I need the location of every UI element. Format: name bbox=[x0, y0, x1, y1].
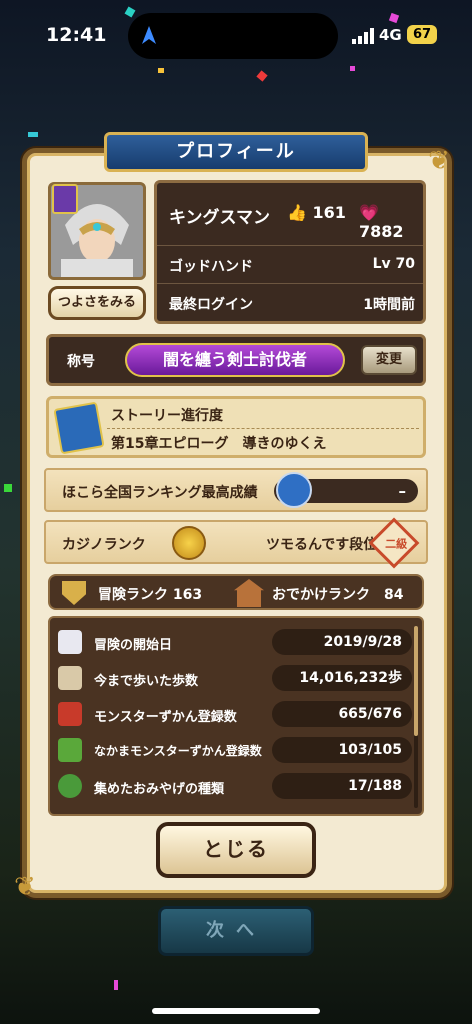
casino-rank-row: カジノランク ツモるんです段位 二級 bbox=[44, 517, 428, 569]
platinum-emblem-icon bbox=[276, 472, 312, 508]
wing-icon bbox=[58, 630, 82, 654]
confetti bbox=[158, 68, 164, 73]
scrollbar-thumb[interactable] bbox=[414, 626, 418, 736]
green-book-icon bbox=[58, 738, 82, 762]
stat-value: 665/676 bbox=[272, 701, 412, 727]
footprints-icon bbox=[58, 666, 82, 690]
signal-icon bbox=[352, 28, 374, 44]
hearts-value: 7882 bbox=[359, 222, 404, 241]
rank-badge-icon bbox=[52, 184, 78, 214]
corner-ornament: ❦ bbox=[14, 872, 36, 902]
hearts-icon: 💗 bbox=[359, 203, 379, 222]
house-icon bbox=[234, 579, 264, 607]
list-item: なかまモンスターずかん登録数 103/105 bbox=[50, 732, 416, 768]
stat-value: 14,016,232歩 bbox=[272, 665, 412, 691]
stat-label: 今まで歩いた歩数 bbox=[94, 674, 199, 689]
list-item: 今まで歩いた歩数 14,016,232歩 bbox=[50, 660, 416, 696]
list-item: 冒険の開始日 2019/9/28 bbox=[50, 624, 416, 660]
panel-title: プロフィール bbox=[104, 132, 368, 172]
last-login-row: 最終ログイン 1時間前 bbox=[157, 283, 423, 321]
casino-grade: 二級 bbox=[385, 537, 408, 551]
change-title-button[interactable]: 変更 bbox=[361, 345, 417, 375]
next-button[interactable]: 次へ bbox=[158, 906, 314, 956]
casino-rank: ツモるんです段位 bbox=[266, 537, 378, 553]
title-plate: 闇を纏う剣士討伐者 bbox=[125, 343, 345, 377]
leaf-icon bbox=[58, 774, 82, 798]
stats-list[interactable]: 冒険の開始日 2019/9/28 今まで歩いた歩数 14,016,232歩 モン… bbox=[48, 616, 424, 816]
last-login-label: 最終ログイン bbox=[169, 297, 253, 313]
scrollbar[interactable] bbox=[414, 626, 418, 808]
list-item: モンスターずかん登録数 665/676 bbox=[50, 696, 416, 732]
story-book-icon bbox=[53, 401, 105, 455]
stat-label: 冒険の開始日 bbox=[94, 638, 173, 653]
thumbs-up-icon: 👍 bbox=[287, 203, 307, 222]
story-chapter: 第15章エピローグ 導きのゆくえ bbox=[111, 436, 327, 452]
confetti bbox=[114, 980, 118, 990]
likes-count: 👍 161 bbox=[287, 203, 346, 222]
clock: 12:41 bbox=[46, 24, 107, 46]
casino-coin-icon bbox=[172, 526, 206, 560]
stat-label: なかまモンスターずかん登録数 bbox=[94, 744, 262, 758]
red-book-icon bbox=[58, 702, 82, 726]
likes-value: 161 bbox=[312, 203, 346, 222]
network-type: 4G bbox=[379, 26, 402, 44]
home-indicator[interactable] bbox=[152, 1008, 320, 1014]
hearts-count: 💗 7882 bbox=[359, 203, 423, 241]
dynamic-island bbox=[128, 13, 338, 59]
stat-label: 集めたおみやげの種類 bbox=[94, 782, 225, 797]
title-row: 称号 闇を纏う剣士討伐者 変更 bbox=[46, 334, 426, 386]
adventure-rank: 冒険ランク 163 bbox=[98, 587, 203, 603]
player-info: キングスマン 👍 161 💗 7882 ゴッドハンド Lv 70 最終ログイン … bbox=[154, 180, 426, 324]
casino-grade-badge: 二級 bbox=[368, 517, 420, 569]
status-bar: 12:41 4G 67 bbox=[0, 0, 472, 72]
story-progress: ストーリー進行度 第15章エピローグ 導きのゆくえ bbox=[46, 396, 426, 458]
list-item: 集めたおみやげの種類 17/188 bbox=[50, 768, 416, 804]
player-level: Lv 70 bbox=[372, 256, 415, 272]
stat-value: 2019/9/28 bbox=[272, 629, 412, 655]
last-login-value: 1時間前 bbox=[363, 297, 415, 313]
hokora-ranking-row: ほこら全国ランキング最高成績 – bbox=[44, 468, 428, 512]
job-name: ゴッドハンド bbox=[169, 259, 253, 275]
battery-icon: 67 bbox=[407, 25, 437, 44]
confetti bbox=[350, 66, 355, 71]
corner-ornament: ❦ bbox=[428, 146, 450, 176]
hokora-label: ほこら全国ランキング最高成績 bbox=[62, 485, 258, 501]
job-row: ゴッドハンド Lv 70 bbox=[157, 245, 423, 283]
divider bbox=[107, 428, 419, 429]
story-label: ストーリー進行度 bbox=[111, 408, 223, 424]
stat-value: 17/188 bbox=[272, 773, 412, 799]
confetti bbox=[4, 484, 12, 492]
confetti bbox=[28, 132, 38, 137]
stat-value: 103/105 bbox=[272, 737, 412, 763]
adventure-rank-bar: 冒険ランク 163 おでかけランク 84 bbox=[48, 574, 424, 610]
shield-icon bbox=[62, 581, 86, 605]
close-button[interactable]: とじる bbox=[156, 822, 316, 878]
odekake-rank: おでかけランク 84 bbox=[272, 587, 404, 603]
confetti bbox=[256, 70, 268, 82]
title-label: 称号 bbox=[67, 354, 95, 370]
location-arrow-icon bbox=[142, 26, 156, 44]
casino-label: カジノランク bbox=[62, 537, 146, 553]
view-strength-button[interactable]: つよさをみる bbox=[48, 286, 146, 320]
stat-label: モンスターずかん登録数 bbox=[94, 710, 237, 725]
player-name: キングスマン bbox=[169, 208, 270, 228]
